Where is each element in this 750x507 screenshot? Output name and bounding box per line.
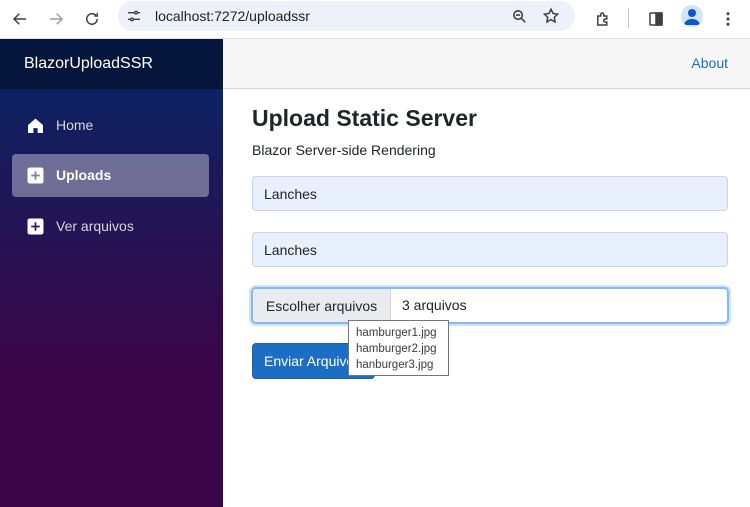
- address-bar[interactable]: localhost:7272/uploadssr: [118, 1, 575, 31]
- page-subtitle: Blazor Server-side Rendering: [252, 142, 436, 158]
- person-icon: [684, 9, 700, 25]
- puzzle-icon: [597, 12, 608, 26]
- tooltip-file-name: hamburger1.jpg: [356, 327, 437, 339]
- back-button[interactable]: [5, 4, 35, 34]
- profile-avatar[interactable]: [681, 5, 703, 27]
- reload-icon: [86, 12, 98, 25]
- category-input-1[interactable]: [252, 176, 728, 211]
- plus-square-icon: [27, 167, 44, 184]
- browser-toolbar: localhost:7272/uploadssr: [0, 0, 750, 39]
- site-info-icon[interactable]: [125, 7, 143, 25]
- sidebar-item-ver-arquivos[interactable]: Ver arquivos: [12, 205, 209, 248]
- zoom-icon[interactable]: [509, 6, 529, 26]
- home-icon: [28, 118, 43, 133]
- forward-button[interactable]: [41, 4, 71, 34]
- brand-bar: BlazorUploadSSR: [0, 39, 223, 89]
- kebab-menu-icon: [726, 12, 730, 26]
- side-panel-button[interactable]: [641, 4, 671, 34]
- reload-button[interactable]: [77, 4, 107, 34]
- bookmark-star-icon[interactable]: [541, 6, 561, 26]
- url-text[interactable]: localhost:7272/uploadssr: [155, 7, 310, 25]
- choose-files-button[interactable]: Escolher arquivos: [253, 289, 391, 322]
- tooltip-file-name: hanburger3.jpg: [356, 359, 434, 371]
- back-arrow-icon: [12, 13, 26, 25]
- page-title: Upload Static Server: [252, 105, 477, 131]
- sidebar-item-home[interactable]: Home: [12, 104, 209, 147]
- forward-arrow-icon: [50, 13, 64, 25]
- sidebar-item-uploads[interactable]: Uploads: [12, 154, 209, 197]
- toolbar-separator: [628, 8, 629, 28]
- tooltip-file-name: hamburger2.jpg: [356, 343, 437, 355]
- sidebar: BlazorUploadSSR Home Uploads Ver arquivo…: [0, 39, 223, 507]
- extensions-button[interactable]: [588, 4, 618, 34]
- file-list-tooltip: hamburger1.jpg hamburger2.jpg hanburger3…: [348, 320, 449, 376]
- category-input-2[interactable]: [252, 232, 728, 267]
- sidebar-item-label: Ver arquivos: [56, 218, 134, 234]
- sidebar-item-label: Uploads: [56, 167, 112, 183]
- top-row: About: [223, 39, 750, 89]
- plus-square-icon: [27, 218, 44, 235]
- browser-menu-button[interactable]: [713, 4, 743, 34]
- sidebar-item-label: Home: [56, 117, 94, 133]
- brand-link[interactable]: BlazorUploadSSR: [24, 55, 153, 73]
- file-input[interactable]: Escolher arquivos 3 arquivos: [251, 287, 729, 324]
- side-panel-icon: [649, 12, 663, 26]
- about-link[interactable]: About: [691, 55, 728, 71]
- file-count-text: 3 arquivos: [402, 297, 467, 313]
